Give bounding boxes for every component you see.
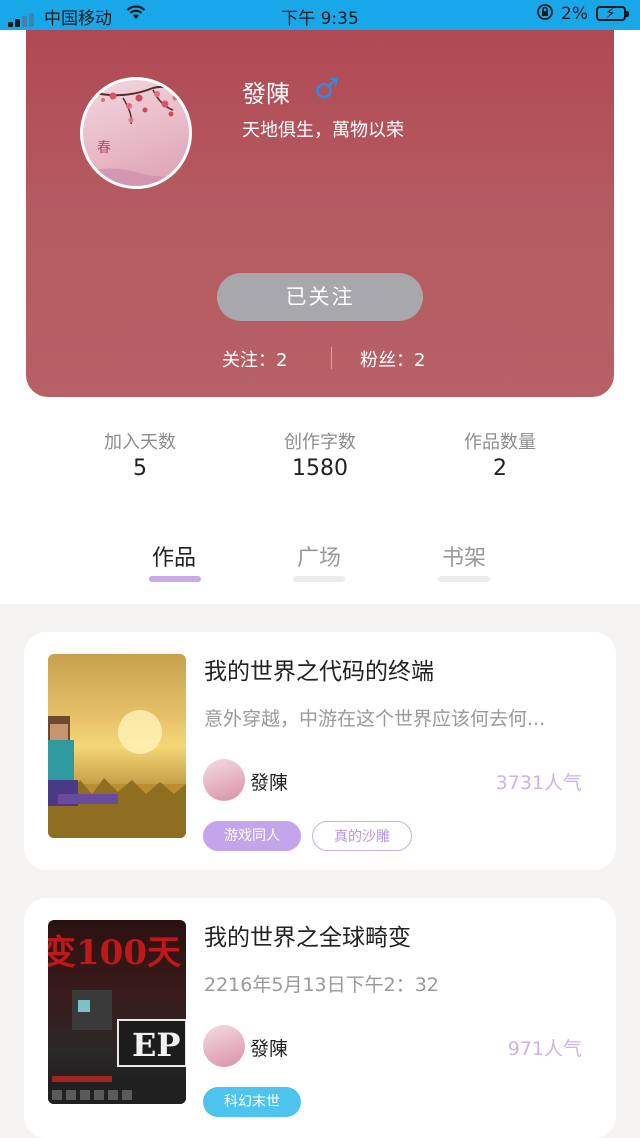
- stat-join-days: 加入天数 5: [70, 428, 210, 481]
- stat-value: 5: [133, 456, 147, 481]
- status-bar: 中国移动 下午 9:35 2% ⚡: [0, 0, 640, 30]
- stat-label: 加入天数: [104, 432, 176, 453]
- stat-word-count: 创作字数 1580: [250, 428, 390, 481]
- rotation-lock-icon: [536, 3, 554, 26]
- tab-square[interactable]: 广场: [279, 540, 359, 572]
- tab-bookshelf-indicator: [438, 576, 490, 582]
- tag-scifi-apocalypse[interactable]: 科幻末世: [203, 1087, 301, 1117]
- divider: [331, 347, 332, 369]
- stat-work-count: 作品数量 2: [430, 428, 570, 481]
- tab-works[interactable]: 作品: [134, 540, 214, 572]
- tag-silly[interactable]: 真的沙雕: [312, 821, 412, 851]
- author-avatar[interactable]: [203, 759, 245, 801]
- author-name[interactable]: 發陳: [250, 768, 288, 795]
- work-title[interactable]: 我的世界之全球畸变: [204, 918, 411, 952]
- work-summary: 意外穿越，中游在这个世界应该何去何...: [204, 708, 546, 730]
- profile-avatar[interactable]: 春: [80, 77, 192, 189]
- svg-text:春: 春: [97, 140, 111, 156]
- work-title[interactable]: 我的世界之代码的终端: [204, 652, 434, 686]
- stat-label: 创作字数: [284, 432, 356, 453]
- stat-value: 2: [493, 456, 507, 481]
- battery-percent: 2%: [561, 4, 588, 24]
- popularity-count: 3731人气: [495, 772, 582, 794]
- fans-count[interactable]: 粉丝：2: [360, 346, 425, 372]
- author-avatar[interactable]: [203, 1025, 245, 1067]
- tag-game-fanfic[interactable]: 游戏同人: [203, 821, 301, 851]
- stat-label: 作品数量: [464, 432, 536, 453]
- work-cover-image[interactable]: [48, 654, 186, 838]
- popularity-count: 971人气: [507, 1038, 582, 1060]
- tab-works-indicator: [149, 576, 201, 582]
- svg-text:变100天: 变100天: [48, 933, 181, 973]
- battery-icon: ⚡: [596, 4, 629, 22]
- profile-bio: 天地俱生，萬物以荣: [242, 120, 404, 141]
- tab-square-indicator: [293, 576, 345, 582]
- profile-nickname: 發陳: [242, 80, 290, 108]
- male-gender-icon: ♂: [314, 72, 340, 105]
- stat-value: 1580: [292, 456, 348, 481]
- author-name[interactable]: 發陳: [250, 1034, 288, 1061]
- work-update-time: 2216年5月13日下午2：32: [204, 974, 439, 996]
- tab-bookshelf[interactable]: 书架: [424, 540, 504, 572]
- following-count[interactable]: 关注：2: [222, 346, 287, 372]
- work-cover-image[interactable]: 变100天 EP: [48, 920, 186, 1104]
- work-card[interactable]: 我的世界之代码的终端 意外穿越，中游在这个世界应该何去何... 發陳 3731人…: [24, 632, 616, 870]
- svg-text:EP: EP: [132, 1026, 180, 1064]
- stats-card: 加入天数 5 创作字数 1580 作品数量 2: [52, 384, 588, 519]
- work-card[interactable]: 变100天 EP 我的世界之全球畸变 2216年5月13日下午2：32 發陳 9…: [24, 898, 616, 1138]
- profile-header: 春 發陳 ♂ 天地俱生，萬物以荣 已关注 关注：2 粉丝：2: [26, 22, 614, 397]
- follow-button[interactable]: 已关注: [217, 273, 423, 321]
